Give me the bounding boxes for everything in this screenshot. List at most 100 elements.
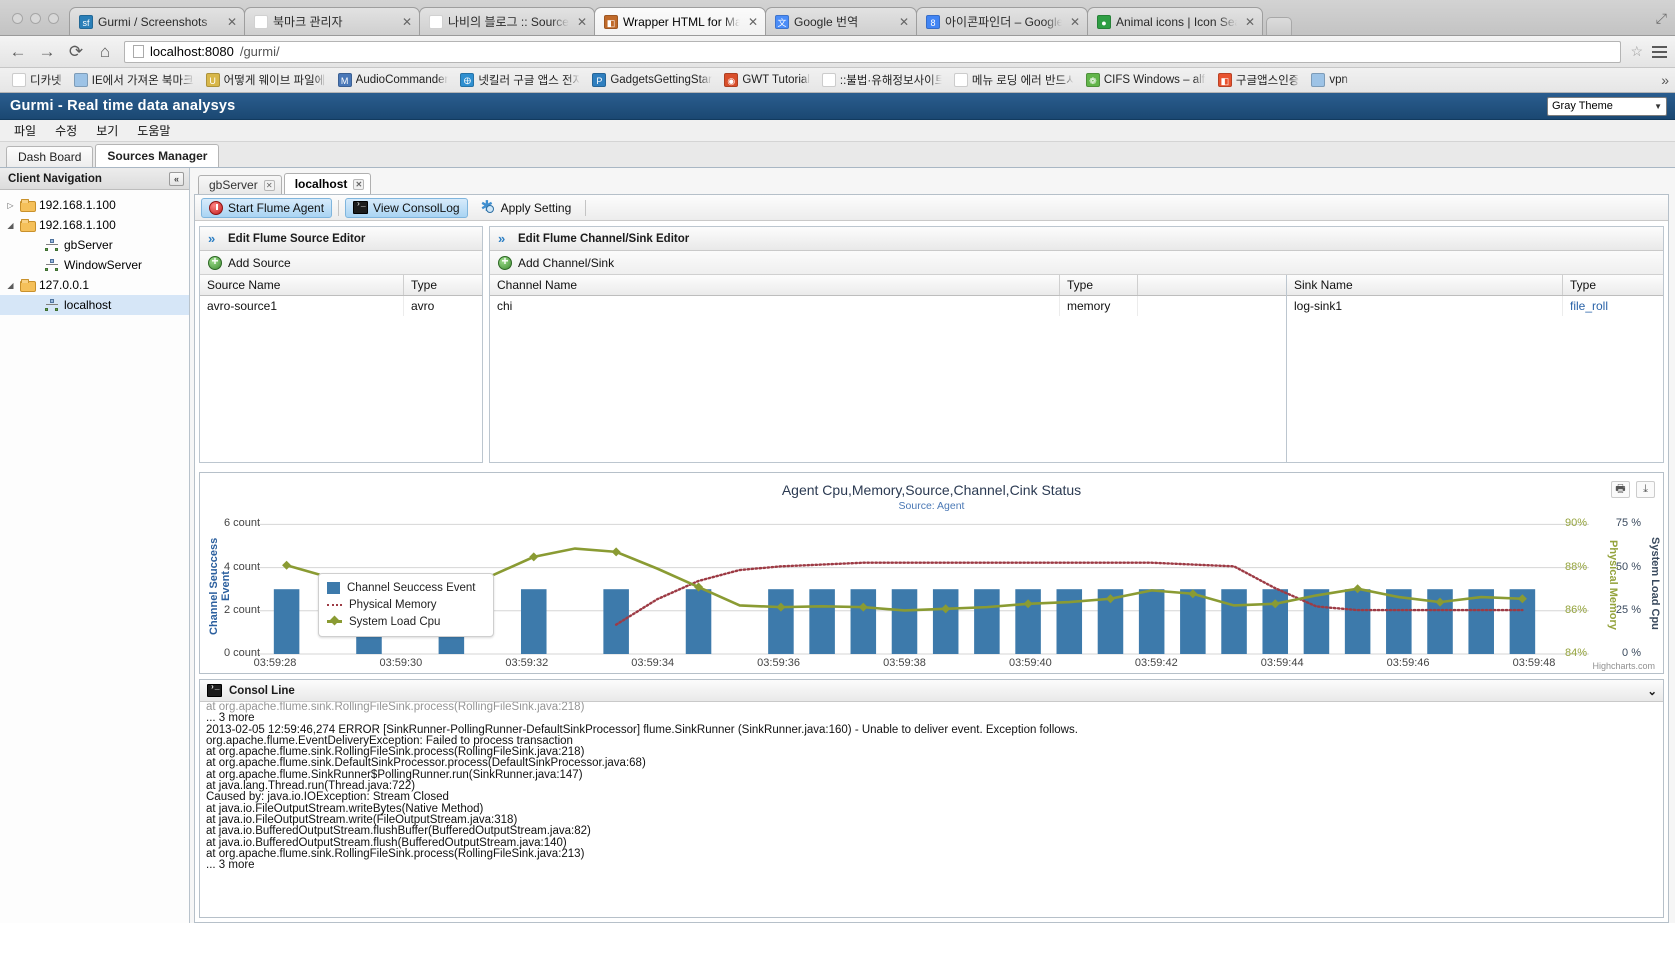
page-info-icon[interactable] (133, 45, 144, 58)
close-agent-tab-icon[interactable]: ✕ (353, 179, 364, 190)
reload-button[interactable]: ⟳ (66, 42, 86, 62)
view-consollog-button[interactable]: View ConsolLog (345, 198, 468, 218)
bookmark-item[interactable]: ❁CIFS Windows – alfre (1080, 71, 1212, 89)
browser-tab[interactable]: 나비의 블로그 :: SourceForge✕ (419, 7, 595, 35)
agent-tab-gbServer[interactable]: gbServer✕ (198, 175, 282, 194)
tree-item-WindowServer[interactable]: WindowServer (0, 255, 189, 275)
fullscreen-icon[interactable]: ⤢ (1656, 10, 1667, 27)
new-tab-button[interactable] (1266, 17, 1292, 35)
bookmarks-overflow-icon[interactable]: » (1661, 72, 1669, 88)
tree-item-localhost[interactable]: localhost (0, 295, 189, 315)
tab-sources-manager[interactable]: Sources Manager (95, 144, 219, 167)
client-navigation-header: Client Navigation « (0, 168, 189, 190)
collapse-console-icon[interactable]: ⌄ (1647, 684, 1657, 698)
bookmark-item[interactable]: IE에서 가져온 북마크 (68, 70, 200, 90)
close-tab-icon[interactable]: ✕ (574, 15, 587, 29)
chart-ytick: 6 count (224, 517, 260, 529)
tree-item-gbServer[interactable]: gbServer (0, 235, 189, 255)
print-chart-icon[interactable]: 🖶 (1611, 481, 1630, 498)
bookmark-item[interactable]: ::불법·유해정보사이트에 (816, 70, 948, 90)
maximize-window-button[interactable] (48, 13, 59, 24)
column-channel-extra[interactable] (1138, 275, 1286, 295)
chart-bar (851, 589, 877, 654)
bookmark-star-icon[interactable]: ☆ (1630, 43, 1643, 60)
chart-xtick: 03:59:32 (505, 657, 548, 669)
tree-item-127-0-0-1[interactable]: ◢127.0.0.1 (0, 275, 189, 295)
agent-tab-localhost[interactable]: localhost✕ (284, 173, 372, 194)
close-tab-icon[interactable]: ✕ (745, 15, 758, 29)
column-channel-type[interactable]: Type (1060, 275, 1138, 295)
browser-tab[interactable]: sfGurmi / Screenshots✕ (69, 7, 245, 35)
apply-setting-label: Apply Setting (501, 201, 572, 215)
tab-dash-board[interactable]: Dash Board (6, 146, 93, 167)
menu-item-수정[interactable]: 수정 (47, 120, 85, 141)
close-window-button[interactable] (12, 13, 23, 24)
bookmark-item[interactable]: 🜨넷킬러 구글 앱스 전자 결 (454, 70, 586, 90)
tree-twisty-icon[interactable]: ▷ (5, 201, 16, 210)
tree-item-192-168-1-100[interactable]: ▷192.168.1.100 (0, 195, 189, 215)
theme-select[interactable]: Gray Theme ▼ (1547, 97, 1667, 116)
tree-item-192-168-1-100[interactable]: ◢192.168.1.100 (0, 215, 189, 235)
collapse-sidebar-button[interactable]: « (169, 172, 184, 186)
close-tab-icon[interactable]: ✕ (1067, 15, 1080, 29)
plus-circle-icon (498, 256, 512, 270)
column-source-name[interactable]: Source Name (200, 275, 404, 295)
close-tab-icon[interactable]: ✕ (224, 15, 237, 29)
bookmark-favicon-icon: 🜨 (460, 73, 474, 87)
window-controls[interactable] (6, 13, 69, 35)
bookmark-item[interactable]: vpn (1305, 71, 1354, 89)
console-panel: Consol Line ⌄ at org.apache.flume.sink.R… (199, 679, 1664, 918)
legend-item-cpu[interactable]: System Load Cpu (327, 613, 485, 630)
address-bar[interactable]: localhost:8080/gurmi/ (124, 41, 1621, 63)
bookmark-favicon-icon (74, 73, 88, 87)
console-output[interactable]: at org.apache.flume.sink.RollingFileSink… (200, 702, 1663, 917)
browser-tab[interactable]: 文Google 번역✕ (765, 7, 917, 35)
bookmark-favicon-icon: ◉ (724, 73, 738, 87)
menu-item-보기[interactable]: 보기 (88, 120, 126, 141)
chart-legend[interactable]: Channel Seuccess Event Physical Memory S… (318, 573, 494, 637)
column-source-type[interactable]: Type (404, 275, 482, 295)
column-sink-type[interactable]: Type (1563, 275, 1663, 295)
column-channel-name[interactable]: Channel Name (490, 275, 1060, 295)
browser-tab[interactable]: ●Animal icons | Icon Search E✕ (1087, 7, 1263, 35)
table-row[interactable]: chi memory (490, 296, 1286, 316)
browser-tab[interactable]: 8아이콘파인더 – Google 검색✕ (916, 7, 1088, 35)
bookmark-item[interactable]: MAudioCommander (332, 71, 455, 89)
chart-credit[interactable]: Highcharts.com (1592, 661, 1655, 671)
legend-item-memory[interactable]: Physical Memory (327, 596, 485, 613)
minimize-window-button[interactable] (30, 13, 41, 24)
close-tab-icon[interactable]: ✕ (399, 15, 412, 29)
close-tab-icon[interactable]: ✕ (896, 15, 909, 29)
bookmark-item[interactable]: ◉GWT Tutorial (718, 71, 816, 89)
bookmark-label: CIFS Windows – alfre (1104, 74, 1206, 86)
close-agent-tab-icon[interactable]: ✕ (264, 180, 275, 191)
menu-item-도움말[interactable]: 도움말 (129, 120, 178, 141)
start-flume-agent-button[interactable]: Start Flume Agent (201, 198, 332, 218)
google-icon: 8 (926, 15, 940, 29)
home-button[interactable]: ⌂ (95, 42, 115, 62)
apply-setting-button[interactable]: Apply Setting (474, 198, 580, 218)
browser-tab[interactable]: ◧Wrapper HTML for MainUI✕ (594, 7, 766, 35)
back-button[interactable]: ← (8, 42, 28, 62)
column-sink-name[interactable]: Sink Name (1287, 275, 1563, 295)
close-tab-icon[interactable]: ✕ (1242, 15, 1255, 29)
bookmark-item[interactable]: U어떻게 웨이브 파일에 녹 (200, 70, 332, 90)
browser-menu-icon[interactable] (1652, 46, 1667, 58)
bookmark-item[interactable]: PGadgetsGettingStarte (586, 71, 718, 89)
bookmark-item[interactable]: 디카넷 (6, 70, 68, 90)
add-channel-sink-button[interactable]: Add Channel/Sink (490, 251, 1663, 275)
legend-item-bar[interactable]: Channel Seuccess Event (327, 579, 485, 596)
table-row[interactable]: avro-source1 avro (200, 296, 482, 316)
browser-tab[interactable]: ★북마크 관리자✕ (244, 7, 420, 35)
tree-twisty-icon[interactable]: ◢ (5, 221, 16, 230)
sf-icon: sf (79, 15, 93, 29)
download-chart-icon[interactable]: ⤓ (1636, 481, 1655, 498)
menu-item-파일[interactable]: 파일 (6, 120, 44, 141)
bookmark-item[interactable]: 메뉴 로딩 에러 반드시 보 (948, 70, 1080, 90)
add-source-button[interactable]: Add Source (200, 251, 482, 275)
bookmark-item[interactable]: ◧구글앱스인증 (1212, 70, 1305, 90)
forward-button[interactable]: → (37, 42, 57, 62)
tree-twisty-icon[interactable]: ◢ (5, 281, 16, 290)
agent-status-chart: Agent Cpu,Memory,Source,Channel,Cink Sta… (199, 472, 1664, 674)
table-row[interactable]: log-sink1 file_roll (1287, 296, 1663, 316)
